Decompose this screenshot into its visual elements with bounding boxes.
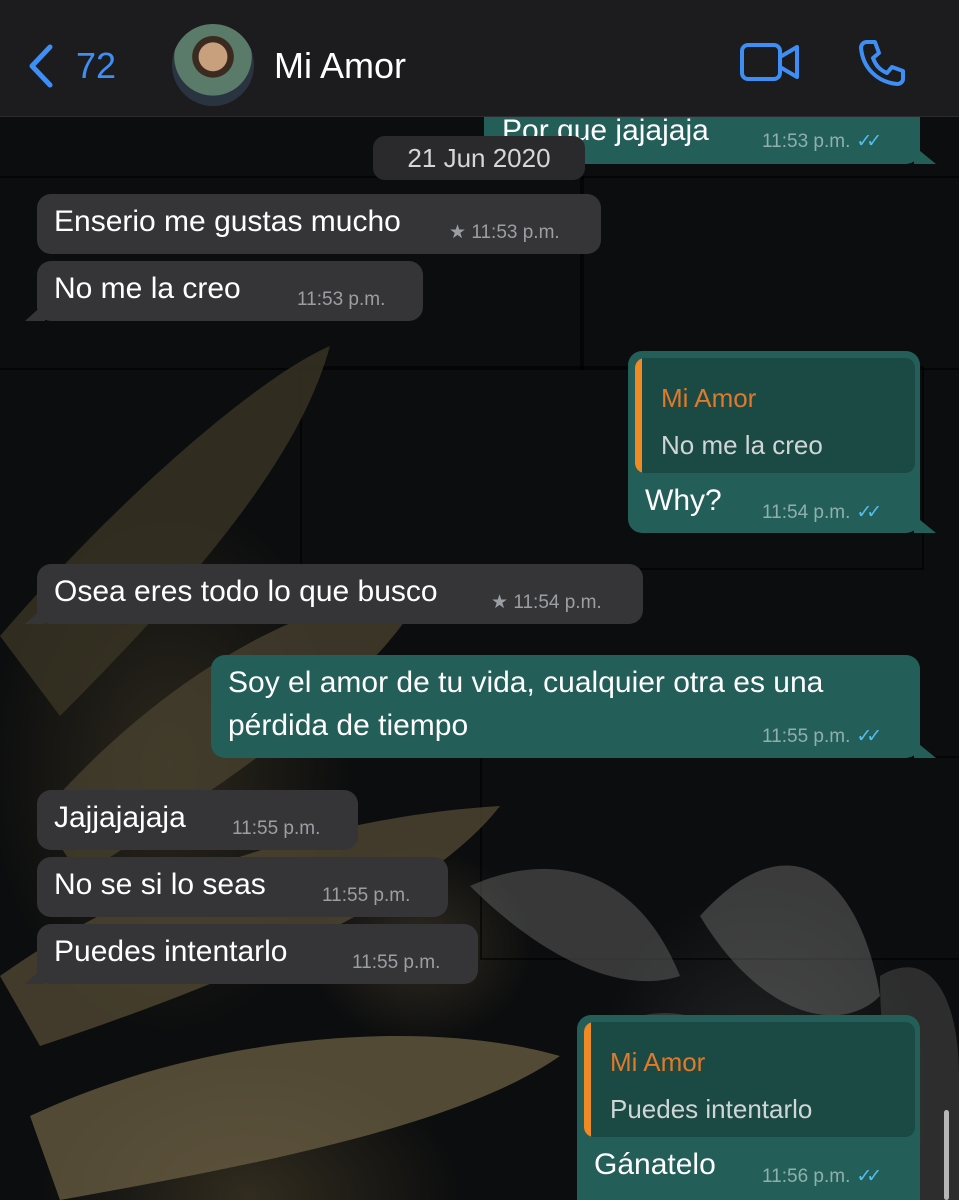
unread-count: 72 <box>76 45 117 86</box>
double-check-icon: ✓✓ <box>856 726 882 747</box>
bubble-tail <box>25 966 45 984</box>
message-bubble-outgoing[interactable]: Mi Amor No me la creo Why? 11:54 p.m. ✓✓ <box>628 351 936 533</box>
message-text: No me la creo <box>54 272 241 305</box>
message-text: No se si lo seas <box>54 868 266 901</box>
quoted-text: Puedes intentarlo <box>610 1094 813 1124</box>
star-icon: ★ <box>491 592 509 613</box>
message-meta: 11:55 p.m. ✓✓ <box>762 725 882 748</box>
date-label: 21 Jun 2020 <box>407 143 551 173</box>
double-check-icon: ✓✓ <box>856 1166 882 1187</box>
quoted-message[interactable]: Mi Amor Puedes intentarlo <box>584 1022 915 1137</box>
contact-name[interactable]: Mi Amor <box>274 44 406 88</box>
chevron-left-icon <box>29 44 53 88</box>
quote-accent-bar <box>584 1022 591 1137</box>
back-button[interactable]: 72 <box>26 38 116 94</box>
message-meta: 11:53 p.m. ✓✓ <box>762 130 882 153</box>
message-text: Osea eres todo lo que busco <box>54 575 438 608</box>
message-time: 11:55 p.m. <box>232 818 321 839</box>
message-bubble-incoming[interactable]: No se si lo seas 11:55 p.m. <box>37 857 448 917</box>
bubble-tail <box>914 740 936 758</box>
quoted-sender: Mi Amor <box>661 383 757 413</box>
bubble-tail <box>25 606 45 624</box>
message-meta: 11:56 p.m. ✓✓ <box>762 1165 882 1188</box>
message-text-line-2: pérdida de tiempo <box>228 709 469 742</box>
bubble-tail <box>914 146 936 164</box>
message-meta: ★ 11:53 p.m. <box>449 221 560 244</box>
message-text: Jajjajajaja <box>54 801 186 834</box>
message-text-line-1: Soy el amor de tu vida, cualquier otra e… <box>228 666 824 699</box>
message-bubble-incoming[interactable]: Enserio me gustas mucho ★ 11:53 p.m. <box>37 194 601 254</box>
message-time: 11:53 p.m. <box>297 289 386 310</box>
message-meta: ★ 11:54 p.m. <box>491 591 602 614</box>
message-time: 11:54 p.m. <box>513 592 602 613</box>
bubble-tail <box>914 515 936 533</box>
double-check-icon: ✓✓ <box>856 502 882 523</box>
date-separator: 21 Jun 2020 <box>373 136 585 180</box>
contact-avatar[interactable] <box>172 24 254 106</box>
message-time: 11:55 p.m. <box>762 726 851 747</box>
message-time: 11:53 p.m. <box>471 222 560 243</box>
message-time: 11:55 p.m. <box>352 952 441 973</box>
message-bubble-incoming[interactable]: No me la creo 11:53 p.m. <box>25 261 423 321</box>
bubble-tail <box>25 303 45 321</box>
chat-header: 72 Mi Amor <box>0 0 959 117</box>
quote-accent-bar <box>635 358 642 473</box>
message-time: 11:53 p.m. <box>762 131 851 152</box>
message-bubble-incoming[interactable]: Jajjajajaja 11:55 p.m. <box>37 790 358 850</box>
message-bubble-outgoing[interactable]: Mi Amor Puedes intentarlo Gánatelo 11:56… <box>577 1015 920 1200</box>
scrollbar[interactable] <box>944 1110 949 1200</box>
quoted-text: No me la creo <box>661 430 823 460</box>
message-time: 11:55 p.m. <box>322 885 411 906</box>
message-bubble-outgoing[interactable]: Soy el amor de tu vida, cualquier otra e… <box>211 655 936 758</box>
star-icon: ★ <box>449 222 467 243</box>
message-text: Gánatelo <box>594 1148 716 1181</box>
message-text: Enserio me gustas mucho <box>54 205 401 238</box>
quoted-sender: Mi Amor <box>610 1047 706 1077</box>
message-time: 11:56 p.m. <box>762 1166 851 1187</box>
message-text: Puedes intentarlo <box>54 935 288 968</box>
phone-icon[interactable] <box>857 38 907 88</box>
quoted-message[interactable]: Mi Amor No me la creo <box>635 358 915 473</box>
message-time: 11:54 p.m. <box>762 502 851 523</box>
message-bubble-incoming[interactable]: Osea eres todo lo que busco ★ 11:54 p.m. <box>25 564 643 624</box>
message-bubble-incoming[interactable]: Puedes intentarlo 11:55 p.m. <box>25 924 478 984</box>
message-text: Why? <box>645 484 722 517</box>
double-check-icon: ✓✓ <box>856 131 882 152</box>
message-meta: 11:54 p.m. ✓✓ <box>762 501 882 524</box>
video-camera-icon[interactable] <box>739 40 801 84</box>
